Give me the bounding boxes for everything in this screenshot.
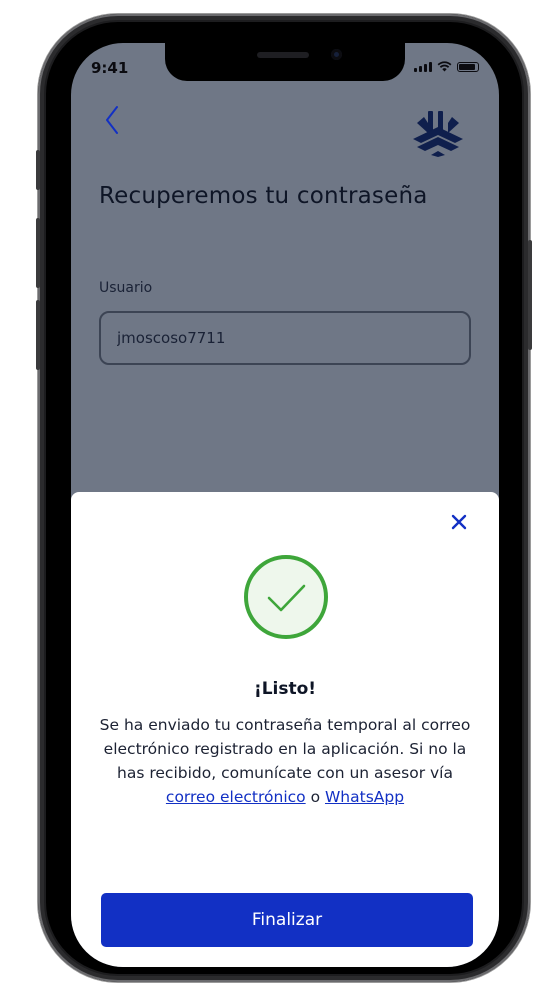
front-camera [331, 49, 342, 60]
brand-logo-icon [413, 111, 463, 157]
notch [165, 43, 405, 81]
close-icon[interactable] [449, 512, 469, 532]
battery-icon [457, 62, 479, 72]
signal-icon [414, 62, 432, 72]
mute-switch [36, 150, 40, 190]
success-bottom-sheet: ¡Listo! Se ha enviado tu contraseña temp… [71, 492, 499, 967]
chevron-left-icon[interactable] [101, 103, 125, 137]
success-message-text: Se ha enviado tu contraseña temporal al … [99, 716, 471, 782]
volume-up-button [36, 218, 40, 288]
message-connector: o [305, 788, 325, 806]
finish-button[interactable]: Finalizar [101, 893, 473, 947]
check-circle-icon [244, 555, 328, 639]
page-title: Recuperemos tu contraseña [99, 183, 428, 209]
success-message: Se ha enviado tu contraseña temporal al … [97, 713, 473, 809]
wifi-icon [437, 61, 452, 72]
username-label: Usuario [99, 280, 153, 296]
power-button [528, 240, 532, 350]
success-title: ¡Listo! [253, 679, 317, 699]
phone-screen: 9:41 Recuperemos tu contraseña Usuario j… [71, 43, 499, 967]
username-input[interactable] [99, 311, 471, 365]
speaker-grille [257, 52, 309, 58]
volume-down-button [36, 300, 40, 370]
status-time: 9:41 [91, 59, 129, 77]
email-link[interactable]: correo electrónico [166, 788, 306, 806]
status-icons [414, 61, 479, 72]
whatsapp-link[interactable]: WhatsApp [325, 788, 404, 806]
